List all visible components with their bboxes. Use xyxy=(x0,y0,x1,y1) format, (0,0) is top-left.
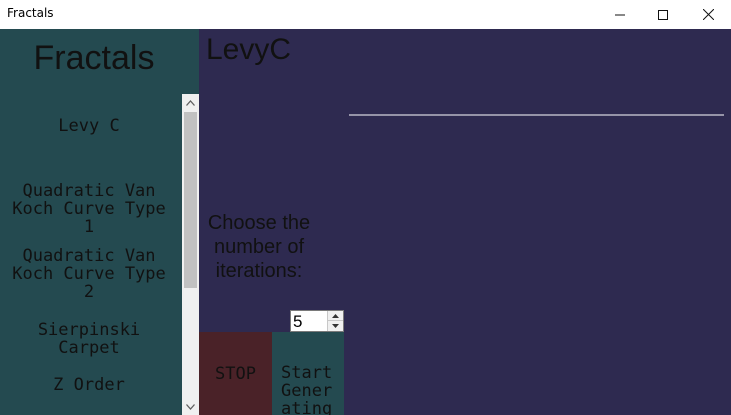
menu-item-quadratic-van-koch-1[interactable]: Quadratic Van Koch Curve Type 1 xyxy=(0,164,178,236)
stop-button[interactable]: STOP xyxy=(199,332,272,415)
menu-item-label: Quadratic Van Koch Curve Type 2 xyxy=(12,246,166,302)
levy-c-curve-drawing xyxy=(349,114,724,116)
selected-fractal-title: LevyC xyxy=(206,33,292,66)
sidebar-scrollbar[interactable] xyxy=(182,94,199,415)
fractal-canvas xyxy=(344,29,731,415)
menu-item-levy-c[interactable]: Levy C xyxy=(0,117,178,135)
decrement-button[interactable] xyxy=(328,321,343,331)
increment-button[interactable] xyxy=(328,311,343,321)
arrow-up-icon xyxy=(332,313,339,318)
close-button[interactable] xyxy=(685,0,731,29)
window-title: Fractals xyxy=(7,6,54,20)
app-heading: Fractals xyxy=(33,39,155,77)
menu-item-z-order[interactable]: Z Order xyxy=(0,376,178,394)
controls-panel: LevyC Choose the number of iterations: xyxy=(199,29,344,332)
menu-item-sierpinski-carpet[interactable]: Sierpinski Carpet xyxy=(0,303,178,357)
start-button-label: Start Gener ating xyxy=(281,363,333,415)
stepper-buttons xyxy=(327,311,343,331)
menu-item-label: Z Order xyxy=(53,375,125,395)
chevron-down-icon xyxy=(186,403,195,410)
maximize-button[interactable] xyxy=(640,0,686,29)
start-generating-button[interactable]: Start Gener ating xyxy=(272,332,344,415)
chevron-up-icon xyxy=(186,99,195,106)
maximize-icon xyxy=(658,9,668,20)
close-icon xyxy=(702,9,714,20)
scroll-up-button[interactable] xyxy=(182,94,199,111)
minimize-icon xyxy=(615,14,625,15)
menu-item-label: Sierpinski Carpet xyxy=(37,320,141,358)
fractal-list-panel: Fractals Levy C Quadratic Van Koch Curve… xyxy=(0,29,199,415)
scrollbar-thumb[interactable] xyxy=(184,112,197,288)
iterations-stepper[interactable]: 5 xyxy=(290,310,344,332)
title-bar: Fractals xyxy=(0,0,731,29)
minimize-button[interactable] xyxy=(597,0,643,29)
menu-item-label: Levy C xyxy=(58,116,120,136)
iterations-value[interactable]: 5 xyxy=(293,312,302,332)
arrow-down-icon xyxy=(332,324,339,328)
iterations-prompt: Choose the number of iterations: xyxy=(207,212,311,282)
menu-item-quadratic-van-koch-2[interactable]: Quadratic Van Koch Curve Type 2 xyxy=(0,229,178,301)
stop-button-label: STOP xyxy=(215,363,256,384)
scroll-down-button[interactable] xyxy=(182,398,199,415)
